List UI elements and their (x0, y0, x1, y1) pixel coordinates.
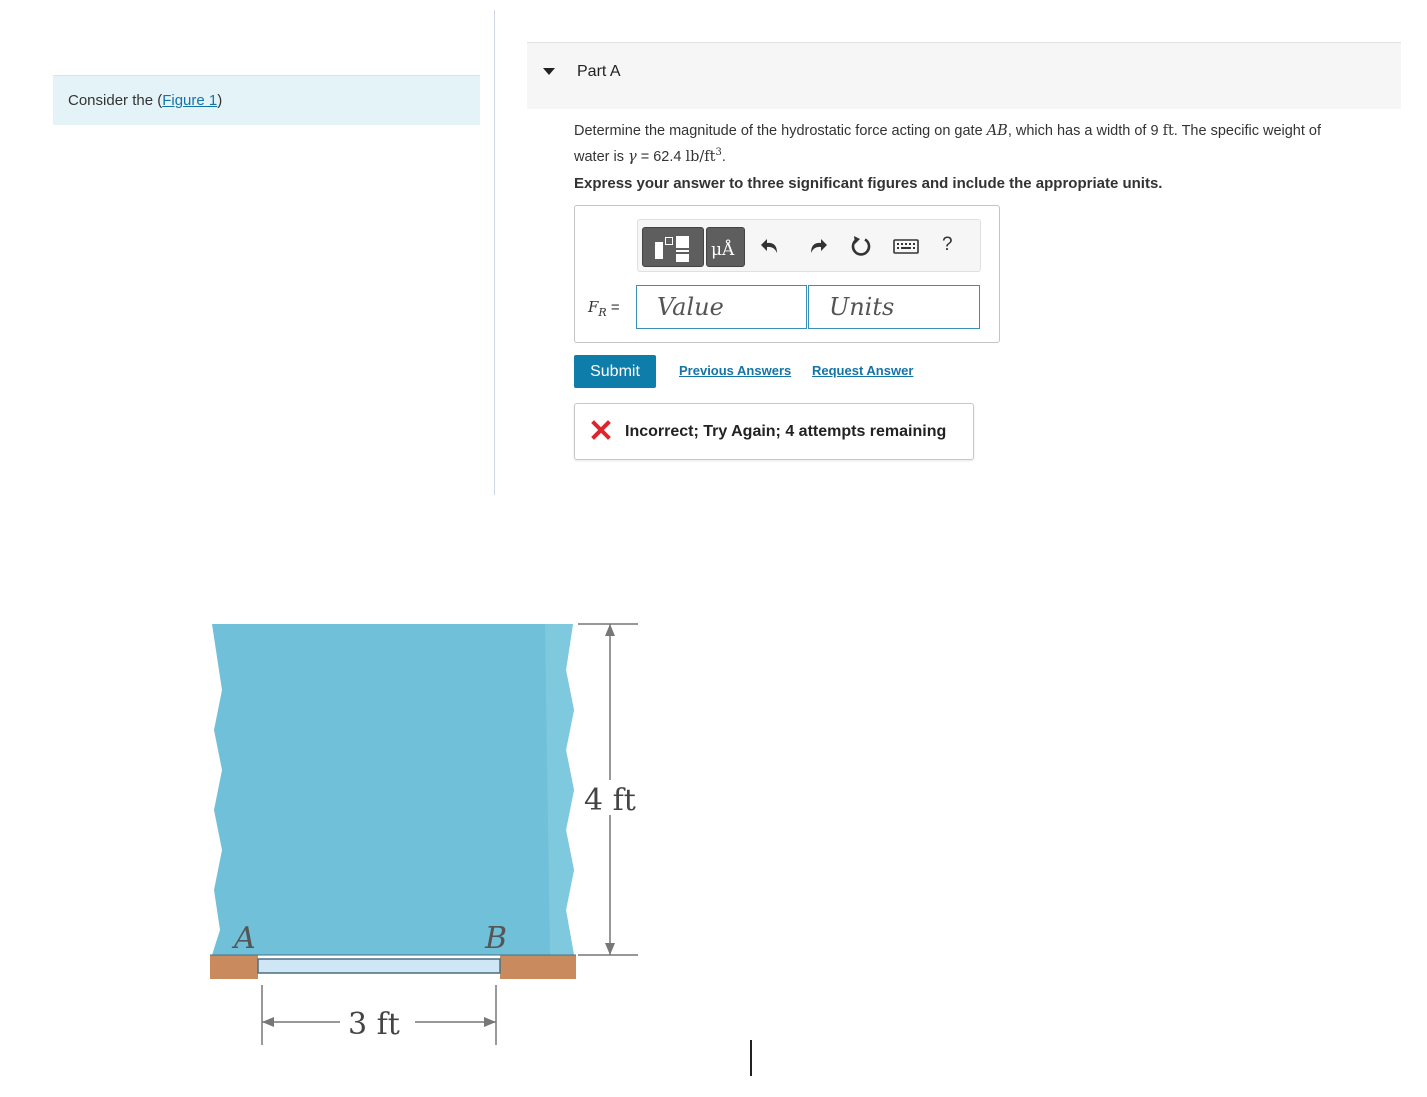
x-icon (591, 420, 611, 440)
gate-label: AB (986, 123, 1008, 139)
width-unit: ft (1162, 123, 1174, 139)
question-text: Determine the magnitude of the hydrostat… (574, 123, 1322, 165)
panel-divider (494, 10, 495, 495)
collapse-caret-icon[interactable] (543, 68, 555, 75)
gamma-unit: lb/ft (685, 148, 716, 165)
label-b: B (484, 921, 507, 956)
gate-ab (257, 958, 501, 974)
figure-reference-box: Consider the (Figure 1) (53, 75, 480, 125)
gamma-symbol: γ (628, 148, 637, 165)
feedback-box: Incorrect; Try Again; 4 attempts remaini… (574, 403, 974, 460)
units-icon[interactable]: μÅ (706, 227, 745, 267)
undo-icon[interactable] (759, 234, 783, 258)
figure-link[interactable]: Figure 1 (162, 92, 217, 109)
part-title: Part A (577, 63, 621, 80)
answer-label: FR = (588, 298, 620, 319)
help-icon[interactable]: ? (942, 234, 953, 256)
keyboard-icon[interactable] (892, 234, 920, 258)
figure-1: A B 4 ft 3 ft (210, 623, 638, 1045)
gate-length-label: 3 ft (348, 1007, 400, 1042)
templates-icon[interactable] (642, 227, 704, 267)
consider-suffix: ) (217, 92, 223, 109)
depth-label: 4 ft (584, 783, 636, 818)
part-header[interactable]: Part A (527, 42, 1401, 109)
instruction-text: Express your answer to three significant… (574, 175, 1163, 192)
request-answer-link[interactable]: Request Answer (812, 363, 913, 378)
label-a: A (231, 921, 256, 956)
math-toolbar: μÅ ? (637, 219, 981, 272)
water-region (212, 624, 574, 955)
redo-icon[interactable] (805, 234, 829, 258)
ground-left (210, 955, 258, 979)
answer-box: μÅ ? FR = Value Units (574, 205, 1000, 343)
submit-button[interactable]: Submit (574, 355, 656, 388)
units-input[interactable]: Units (808, 285, 980, 329)
previous-answers-link[interactable]: Previous Answers (679, 363, 791, 378)
feedback-text: Incorrect; Try Again; 4 attempts remaini… (625, 423, 947, 440)
ground-right (500, 955, 576, 979)
reset-icon[interactable] (849, 234, 873, 258)
consider-prefix: Consider the ( (68, 92, 163, 109)
value-input[interactable]: Value (636, 285, 807, 329)
text-cursor (750, 1040, 752, 1076)
